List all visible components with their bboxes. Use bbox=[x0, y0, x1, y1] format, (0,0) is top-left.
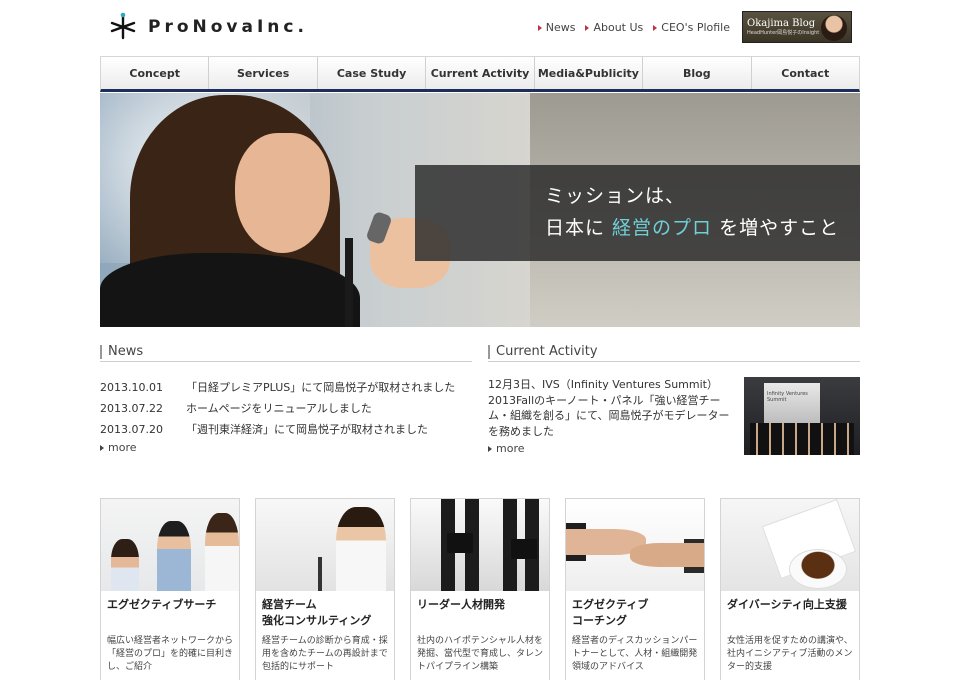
triangle-bullet-icon bbox=[537, 24, 542, 31]
brand-name: ProNovaInc. bbox=[148, 17, 308, 37]
blog-banner-title: Okajima Blog bbox=[747, 17, 816, 29]
hand-shape bbox=[630, 543, 704, 567]
card-leader-development[interactable]: リーダー人材開発 社内のハイポテンシャル人材を発掘、當代型で育成し、タレントパイ… bbox=[410, 498, 550, 680]
person-figure bbox=[111, 539, 139, 591]
util-link-news[interactable]: News bbox=[537, 21, 575, 34]
card-title: ダイバーシティ向上支援 bbox=[727, 598, 847, 611]
news-text: 「週刊東洋経済」にて岡島悦子が取材されました bbox=[186, 423, 428, 436]
main-nav: Concept Services Case Study Current Acti… bbox=[100, 56, 860, 92]
hero-speaker-face bbox=[235, 133, 330, 253]
triangle-bullet-icon bbox=[585, 24, 590, 31]
briefcase-icon bbox=[447, 533, 473, 553]
news-more-link[interactable]: more bbox=[100, 441, 137, 454]
utility-links: News About Us CEO's Plofile bbox=[537, 21, 730, 34]
card-description: 幅広い経営者ネットワークから「経営のプロ」を的確に目利きし、ご紹介 bbox=[107, 636, 234, 672]
nav-current-activity[interactable]: Current Activity bbox=[426, 57, 535, 89]
news-item[interactable]: 2013.07.20 「週刊東洋経済」にて岡島悦子が取材されました bbox=[100, 419, 472, 440]
card-title: エグゼクティブ コーチング bbox=[572, 598, 649, 627]
news-list: 2013.10.01 「日経プレミアPLUS」にて岡島悦子が取材されました 20… bbox=[100, 377, 472, 440]
news-heading: News bbox=[100, 345, 143, 359]
card-executive-search[interactable]: エグゼクティブサーチ 幅広い経営者ネットワークから「経営のプロ」を的確に目利きし… bbox=[100, 498, 240, 680]
activity-divider bbox=[488, 361, 860, 362]
card-management-team-consulting[interactable]: 経営チーム 強化コンサルティング 経営チームの診断から育成・採用を含めたチームの… bbox=[255, 498, 395, 680]
photo-screen-text: Infinity Ventures Summit bbox=[767, 391, 808, 403]
activity-text[interactable]: 12月3日、IVS（Infinity Ventures Summit）2013F… bbox=[488, 377, 738, 439]
service-cards: エグゼクティブサーチ 幅広い経営者ネットワークから「経営のプロ」を的確に目利きし… bbox=[100, 498, 860, 680]
hero-mission-line1: ミッションは、 bbox=[545, 185, 686, 207]
card-description: 経営者のディスカッションパートナーとして、人材・組織開発領域のアドバイス bbox=[572, 636, 698, 672]
triangle-bullet-icon bbox=[100, 444, 104, 451]
news-date: 2013.07.20 bbox=[100, 423, 163, 436]
card-title: 経営チーム 強化コンサルティング bbox=[262, 598, 372, 627]
news-text: 「日経プレミアPLUS」にて岡島悦子が取材されました bbox=[186, 381, 456, 394]
blog-banner-subtitle: HeadHunter岡島悦子のInsight bbox=[747, 29, 820, 36]
person-figure bbox=[336, 507, 386, 591]
hero-banner: ミッションは、 日本に 経営のプロ を増やすこと bbox=[100, 93, 860, 327]
news-date: 2013.10.01 bbox=[100, 381, 163, 394]
card-description: 女性活用を促すための講演や、社内イニシアティブ活動のメンター的支援 bbox=[727, 636, 853, 672]
card-title: リーダー人材開発 bbox=[417, 598, 505, 611]
news-divider bbox=[100, 361, 472, 362]
nav-concept[interactable]: Concept bbox=[101, 57, 210, 89]
card-image-coffee bbox=[721, 499, 859, 591]
avatar bbox=[821, 15, 847, 41]
activity-photo[interactable]: Infinity Ventures Summit bbox=[744, 377, 860, 455]
news-text: ホームページをリニューアルしました bbox=[186, 402, 372, 415]
hero-mic-cable bbox=[345, 238, 353, 327]
coffee-cup-icon bbox=[789, 549, 847, 589]
news-item[interactable]: 2013.10.01 「日経プレミアPLUS」にて岡島悦子が取材されました bbox=[100, 377, 472, 398]
card-executive-coaching[interactable]: エグゼクティブ コーチング 経営者のディスカッションパートナーとして、人材・組織… bbox=[565, 498, 705, 680]
person-figure bbox=[205, 513, 239, 591]
nav-contact[interactable]: Contact bbox=[752, 57, 859, 89]
news-item[interactable]: 2013.07.22 ホームページをリニューアルしました bbox=[100, 398, 472, 419]
util-link-about[interactable]: About Us bbox=[585, 21, 643, 34]
util-link-ceo-profile[interactable]: CEO's Plofile bbox=[653, 21, 730, 34]
triangle-bullet-icon bbox=[488, 445, 492, 452]
card-description: 社内のハイポテンシャル人材を発掘、當代型で育成し、タレントパイプライン構築 bbox=[417, 636, 544, 672]
hero-accent-text: 経営のプロ bbox=[612, 217, 713, 239]
nav-blog[interactable]: Blog bbox=[643, 57, 752, 89]
hero-mission-line2: 日本に 経営のプロ を増やすこと bbox=[545, 217, 840, 239]
nav-services[interactable]: Services bbox=[209, 57, 318, 89]
briefcase-icon bbox=[511, 539, 537, 559]
star-logo-icon bbox=[110, 12, 136, 40]
panelists bbox=[750, 423, 854, 455]
logo[interactable]: ProNovaInc. bbox=[108, 12, 308, 42]
header: ProNovaInc. News About Us CEO's Plofile … bbox=[100, 0, 860, 56]
triangle-bullet-icon bbox=[653, 24, 658, 31]
activity-heading: Current Activity bbox=[488, 345, 598, 359]
microphone-icon bbox=[318, 557, 322, 591]
okajima-blog-banner[interactable]: Okajima Blog HeadHunter岡島悦子のInsight bbox=[742, 11, 852, 43]
nav-case-study[interactable]: Case Study bbox=[318, 57, 427, 89]
person-figure bbox=[157, 521, 191, 591]
card-title: エグゼクティブサーチ bbox=[107, 598, 217, 611]
nav-media-publicity[interactable]: Media&Publicity bbox=[535, 57, 644, 89]
card-image-speaker bbox=[256, 499, 394, 591]
news-date: 2013.07.22 bbox=[100, 402, 163, 415]
stage-screen: Infinity Ventures Summit bbox=[764, 383, 820, 423]
activity-more-link[interactable]: more bbox=[488, 442, 525, 455]
card-diversity-support[interactable]: ダイバーシティ向上支援 女性活用を促すための講演や、社内イニシアティブ活動のメン… bbox=[720, 498, 860, 680]
card-image-walking bbox=[411, 499, 549, 591]
card-description: 経営チームの診断から育成・採用を含めたチームの再設計まで包括的にサポート bbox=[262, 636, 388, 672]
card-image-meeting bbox=[101, 499, 239, 591]
card-image-handshake bbox=[566, 499, 704, 591]
